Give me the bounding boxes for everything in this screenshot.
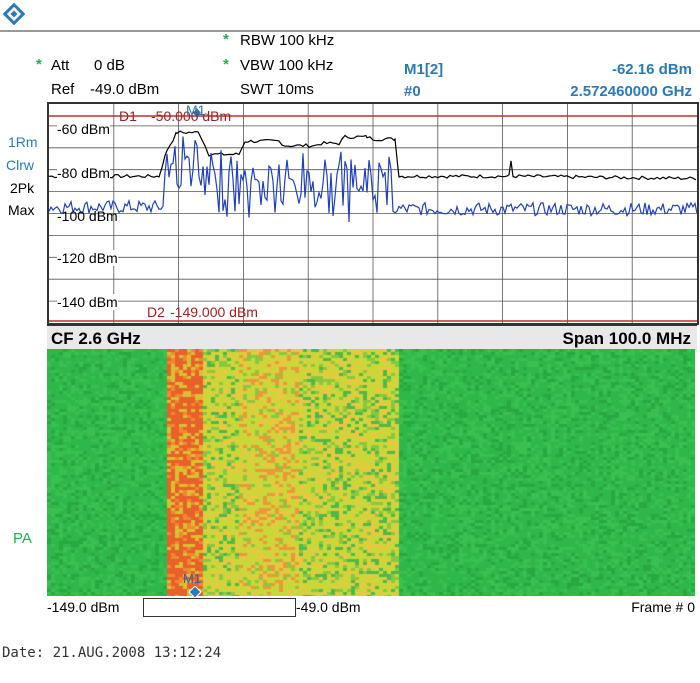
spectrogram-canvas xyxy=(47,349,695,596)
trace-1-mode: Clrw xyxy=(6,157,34,173)
spectrogram-marker-icon xyxy=(189,586,201,598)
span[interactable]: Span 100.0 MHz xyxy=(563,329,692,349)
ref-value[interactable]: -49.0 dBm xyxy=(90,81,159,98)
marker-trace: #0 xyxy=(404,83,421,100)
timestamp: Date: 21.AUG.2008 13:12:24 xyxy=(2,645,222,661)
marker-level-readout: -62.16 dBm xyxy=(611,61,692,78)
color-scale-max: -49.0 dBm xyxy=(296,599,361,615)
y-tick-120: -120 dBm xyxy=(57,250,118,266)
center-frequency[interactable]: CF 2.6 GHz xyxy=(51,329,141,349)
rohde-schwarz-logo-icon xyxy=(2,2,26,26)
marker-name: M1[2] xyxy=(404,61,444,78)
trace-1-label: 1Rm xyxy=(8,134,38,150)
d1-label: D1 xyxy=(119,108,137,124)
marker-frequency-readout: 2.572460000 GHz xyxy=(570,83,692,100)
rbw-star: * xyxy=(223,31,229,48)
y-tick-60: -60 dBm xyxy=(57,121,110,137)
ref-label: Ref xyxy=(51,81,75,98)
vbw-star: * xyxy=(223,56,229,73)
spectrum-display[interactable]: -60 dBm -80 dBm -100 dBm -120 dBm -140 d… xyxy=(47,102,699,325)
spectrogram-display[interactable] xyxy=(47,349,695,596)
trace-2-label: 2Pk xyxy=(10,180,35,196)
frequency-bar: CF 2.6 GHz Span 100.0 MHz xyxy=(47,324,697,351)
trace-2-mode: Max xyxy=(8,202,35,218)
att-value[interactable]: 0 dB xyxy=(94,57,125,74)
trace-2-max-hold xyxy=(48,130,697,181)
rbw-setting[interactable]: RBW 100 kHz xyxy=(240,32,334,49)
color-scale-min: -149.0 dBm xyxy=(47,599,120,615)
spectrum-grid xyxy=(49,104,697,323)
d2-value: -149.000 dBm xyxy=(170,304,258,320)
pa-label: PA xyxy=(13,530,32,547)
marker-m1-label: M1 xyxy=(186,102,206,118)
header-divider xyxy=(0,30,700,32)
att-star: * xyxy=(36,56,42,73)
color-scale-bar xyxy=(143,598,296,617)
spectrum-plot xyxy=(48,104,698,323)
att-label: Att xyxy=(51,57,70,74)
spectrogram-marker-label: M1 xyxy=(183,571,202,586)
swt-setting[interactable]: SWT 10ms xyxy=(240,81,314,98)
d2-label: D2 xyxy=(147,304,165,320)
y-tick-80: -80 dBm xyxy=(57,165,110,181)
vbw-setting[interactable]: VBW 100 kHz xyxy=(240,57,333,74)
frame-number: Frame # 0 xyxy=(631,599,695,615)
y-tick-100: -100 dBm xyxy=(57,208,118,224)
y-tick-140: -140 dBm xyxy=(57,294,118,310)
